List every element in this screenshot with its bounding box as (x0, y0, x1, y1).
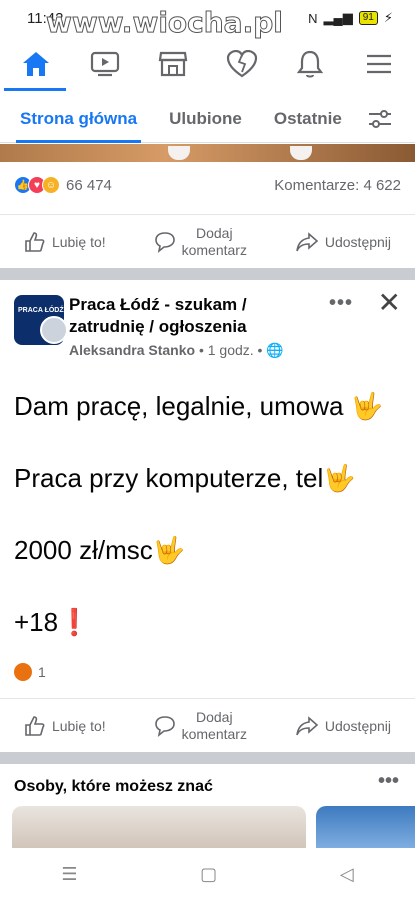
back-icon[interactable]: ◁ (340, 864, 354, 885)
rock-hand-emoji-icon: 🤟 (350, 391, 384, 421)
comment-count[interactable]: Komentarze: 4 622 (274, 177, 401, 194)
share-button[interactable]: Udostępnij (295, 715, 391, 737)
comment-label-line1: Dodaj (195, 708, 233, 725)
post-reaction-count: 1 (38, 664, 46, 680)
image-detail (168, 146, 190, 160)
angry-reaction-icon (14, 663, 32, 681)
more-options-icon[interactable]: ••• (329, 292, 353, 315)
recent-apps-icon[interactable]: ☰ (61, 864, 77, 885)
post-line-4: +18 (14, 607, 59, 637)
status-icons: N ▂▄▆ 91 ⚡ (308, 10, 393, 26)
comment-button[interactable]: Dodaj komentarz (154, 225, 247, 259)
feed-tabs: Strona główna Ulubione Ostatnie (0, 95, 415, 143)
like-label: Lubię to! (51, 233, 106, 250)
group-avatar-text: PRACA ŁÓDŹ (18, 307, 64, 314)
author-name[interactable]: Aleksandra Stanko (69, 342, 195, 358)
previous-post-stats: 👍 ♥ ☺ 66 474 Komentarze: 4 622 (14, 176, 401, 194)
post-line-2: Praca przy komputerze, tel (14, 463, 324, 493)
post-actions: Lubię to! Dodaj komentarz Udostępnij (0, 698, 415, 752)
share-icon (296, 231, 319, 251)
pymk-more-icon[interactable]: ••• (378, 770, 399, 793)
bell-icon[interactable] (288, 42, 332, 86)
feed-divider (0, 268, 415, 280)
group-name-line1: Praca Łódź - szukam / (69, 295, 247, 314)
comment-icon (154, 231, 175, 253)
globe-icon: 🌐 (266, 342, 284, 358)
group-name[interactable]: Praca Łódź - szukam / zatrudnię / ogłosz… (69, 294, 309, 338)
post-line-1: Dam pracę, legalnie, umowa (14, 391, 351, 421)
reaction-count: 66 474 (66, 176, 112, 194)
like-button[interactable]: Lubię to! (24, 715, 106, 737)
share-icon (296, 715, 319, 735)
home-active-indicator (4, 88, 66, 91)
nfc-icon: N (308, 10, 318, 26)
like-label: Lubię to! (51, 717, 106, 734)
post-header: PRACA ŁÓDŹ Praca Łódź - szukam / zatrudn… (14, 287, 401, 362)
charging-icon: ⚡ (383, 10, 393, 25)
previous-post-actions: Lubię to! Dodaj komentarz Udostępnij (0, 214, 415, 268)
watermark: www.wiocha.pl (46, 6, 284, 40)
battery-icon: 91 (358, 11, 378, 25)
post-time: • 1 godz. • (195, 342, 267, 358)
rock-hand-emoji-icon: 🤟 (323, 463, 356, 493)
post-body: Dam pracę, legalnie, umowa 🤟 Praca przy … (14, 388, 401, 676)
comment-label-line2: komentarz (181, 241, 247, 258)
image-detail (290, 146, 312, 160)
close-icon[interactable]: ✕ (378, 286, 401, 319)
like-icon (25, 715, 45, 736)
tab-home[interactable]: Strona główna (15, 109, 142, 143)
video-icon[interactable] (83, 42, 127, 86)
status-bar: 11:42 www.wiocha.pl N ▂▄▆ 91 ⚡ (0, 0, 415, 40)
comment-icon (154, 715, 175, 737)
comment-label-line1: Dodaj (195, 224, 233, 241)
menu-icon[interactable] (357, 42, 401, 86)
pymk-title: Osoby, które możesz znać (14, 778, 213, 795)
home-system-icon[interactable]: ▢ (200, 864, 217, 885)
shop-icon[interactable] (151, 42, 195, 86)
like-button[interactable]: Lubię to! (24, 231, 106, 253)
top-navigation (0, 36, 415, 92)
signal-icon: ▂▄▆ (323, 10, 353, 25)
share-label: Udostępnij (324, 717, 392, 734)
tab-favorites[interactable]: Ulubione (169, 109, 242, 129)
post-reactions[interactable]: 1 (14, 663, 46, 681)
author-avatar[interactable] (40, 316, 68, 344)
battery-level: 91 (362, 12, 374, 23)
reaction-summary[interactable]: 👍 ♥ ☺ 66 474 (14, 176, 112, 194)
post-meta: Aleksandra Stanko • 1 godz. • 🌐 (69, 342, 284, 359)
tab-recent[interactable]: Ostatnie (274, 109, 342, 129)
feed-divider (0, 752, 415, 764)
exclamation-emoji-icon: ❗ (58, 607, 91, 637)
share-button[interactable]: Udostępnij (295, 231, 391, 253)
share-label: Udostępnij (324, 233, 392, 250)
previous-post-image[interactable] (0, 144, 415, 162)
comment-button[interactable]: Dodaj komentarz (154, 709, 247, 743)
group-name-line2: zatrudnię / ogłoszenia (69, 317, 247, 336)
heart-icon[interactable] (220, 42, 264, 86)
rock-hand-emoji-icon: 🤟 (152, 535, 186, 565)
system-navigation-bar: ☰ ▢ ◁ (0, 848, 415, 900)
post-line-3: 2000 zł/msc (14, 535, 153, 565)
comment-label-line2: komentarz (181, 725, 247, 742)
care-reaction-icon: ☺ (42, 176, 60, 194)
home-icon[interactable] (14, 42, 58, 86)
like-icon (25, 231, 45, 252)
filter-icon[interactable] (367, 108, 393, 135)
